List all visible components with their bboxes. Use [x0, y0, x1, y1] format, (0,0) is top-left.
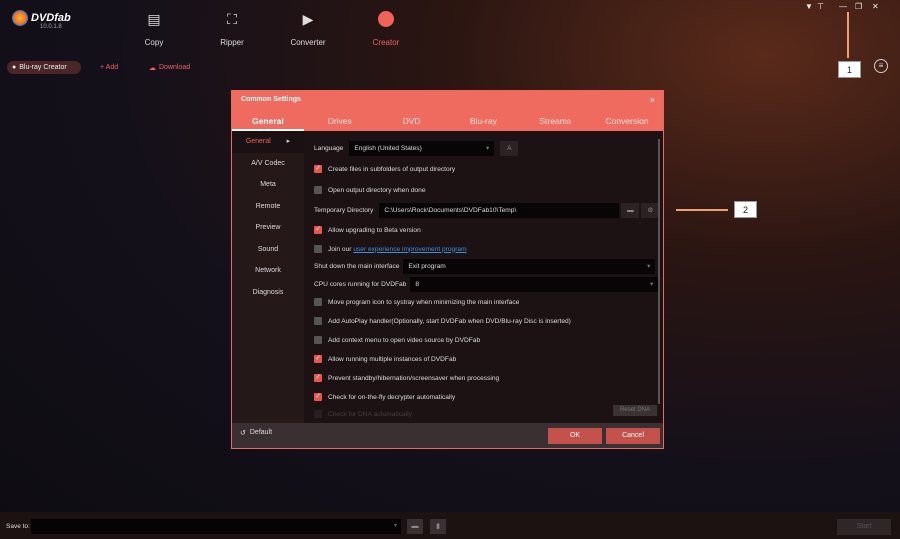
gear-icon[interactable]: ⚙	[641, 203, 660, 218]
logo-icon	[12, 10, 28, 26]
chevron-right-icon: ▸	[286, 138, 291, 145]
start-button[interactable]: Start	[837, 519, 891, 535]
restore-icon[interactable]: ❐	[855, 2, 862, 11]
reset-dna-button[interactable]: Reset DNA	[613, 405, 657, 416]
systray-checkbox[interactable]	[314, 298, 322, 306]
cpu-cores-select[interactable]: 8 ▾	[410, 277, 659, 292]
subfolders-checkbox[interactable]: ✓	[314, 165, 322, 173]
tab-bluray[interactable]: Blu-ray	[447, 111, 519, 131]
shutdown-select[interactable]: Exit program ▾	[403, 259, 656, 274]
callout-arrow	[676, 209, 728, 211]
save-to-label: Save to:	[6, 523, 30, 530]
temp-dir-input[interactable]: C:\Users\Rock\Documents\DVDFab10\Temp\	[379, 203, 620, 218]
chevron-down-icon: ▾	[647, 263, 651, 270]
sidebar-item-general[interactable]: General ▸	[232, 131, 304, 153]
sidebar-item-diagnosis[interactable]: Diagnosis	[232, 282, 304, 304]
folder-icon[interactable]: ▬	[621, 203, 640, 218]
minimize-icon[interactable]: —	[839, 2, 847, 11]
default-button[interactable]: ↺ Default	[240, 429, 272, 437]
tab-streams[interactable]: Streams	[519, 111, 591, 131]
tab-conversion[interactable]: Conversion	[591, 111, 663, 131]
sidebar-item-meta[interactable]: Meta	[232, 174, 304, 196]
bottom-bar: Save to: ▾ ▬ ▮ Start	[0, 512, 900, 539]
sidebar-item-av-codec[interactable]: A/V Codec	[232, 153, 304, 175]
menu-dropdown-icon[interactable]: ⊤	[817, 2, 824, 11]
callout-arrow	[847, 12, 849, 58]
dna-checkbox[interactable]	[314, 410, 322, 418]
nav-creator[interactable]: Creator	[356, 8, 416, 47]
sidebar-item-preview[interactable]: Preview	[232, 217, 304, 239]
sidebar-item-sound[interactable]: Sound	[232, 239, 304, 261]
dialog-close-button[interactable]: ×	[650, 95, 655, 105]
dialog-title: Common Settings	[241, 96, 301, 103]
ux-program-link[interactable]: user experience improvement program	[353, 246, 466, 253]
open-dir-checkbox[interactable]	[314, 186, 322, 194]
list-icon[interactable]: ≡	[874, 59, 888, 73]
add-button[interactable]: + Add	[100, 61, 118, 74]
ripper-icon: ⛶	[227, 10, 237, 27]
folder-icon[interactable]: ▬	[407, 519, 423, 534]
language-label: Language	[314, 145, 344, 152]
creator-icon	[356, 8, 416, 30]
join-checkbox[interactable]	[314, 245, 322, 253]
language-select[interactable]: English (United States) ▾	[349, 141, 495, 156]
sidebar-item-network[interactable]: Network	[232, 260, 304, 282]
tab-drives[interactable]: Drives	[304, 111, 376, 131]
reset-icon: ↺	[240, 430, 246, 437]
skin-icon[interactable]: ▼	[805, 2, 813, 11]
cancel-button[interactable]: Cancel	[606, 428, 660, 444]
callout-2: 2	[734, 201, 757, 218]
nav-ripper[interactable]: ⛶ Ripper	[202, 8, 262, 48]
ok-button[interactable]: OK	[548, 428, 602, 444]
scrollbar[interactable]	[658, 139, 660, 404]
tab-dvd[interactable]: DVD	[376, 111, 448, 131]
disc-icon: ●	[12, 64, 17, 71]
prevent-standby-checkbox[interactable]: ✓	[314, 374, 322, 382]
autoplay-checkbox[interactable]	[314, 317, 322, 325]
save-to-input[interactable]: ▾	[31, 519, 401, 534]
chevron-down-icon: ▾	[650, 281, 654, 288]
copy-icon: ▤	[147, 10, 161, 27]
temp-dir-label: Temporary Directory	[314, 207, 374, 214]
mobile-icon[interactable]: ▮	[430, 519, 446, 534]
multi-instance-checkbox[interactable]: ✓	[314, 355, 322, 363]
converter-icon: ▶	[302, 10, 314, 27]
beta-checkbox[interactable]: ✓	[314, 226, 322, 234]
callout-1: 1	[838, 61, 861, 78]
context-menu-checkbox[interactable]	[314, 336, 322, 344]
download-icon: ☁	[149, 64, 156, 72]
decrypter-checkbox[interactable]: ✓	[314, 393, 322, 401]
download-button[interactable]: ☁ Download	[149, 61, 190, 74]
app-logo: DVDfab 10.0.1.8	[12, 10, 71, 30]
settings-dialog: Common Settings × General Drives DVD Blu…	[231, 90, 664, 449]
nav-copy[interactable]: ▤ Copy	[124, 8, 184, 48]
tab-general[interactable]: General	[232, 111, 304, 131]
mode-selector[interactable]: ● Blu-ray Creator	[7, 61, 81, 74]
chevron-down-icon: ▾	[393, 523, 397, 529]
chevron-down-icon: ▾	[486, 145, 490, 152]
nav-converter[interactable]: ▶ Converter	[278, 8, 338, 48]
font-button[interactable]: A	[500, 141, 519, 156]
settings-sidebar: General ▸ A/V Codec Meta Remote Preview …	[232, 131, 304, 425]
close-icon[interactable]: ✕	[872, 2, 879, 11]
sidebar-item-remote[interactable]: Remote	[232, 196, 304, 218]
